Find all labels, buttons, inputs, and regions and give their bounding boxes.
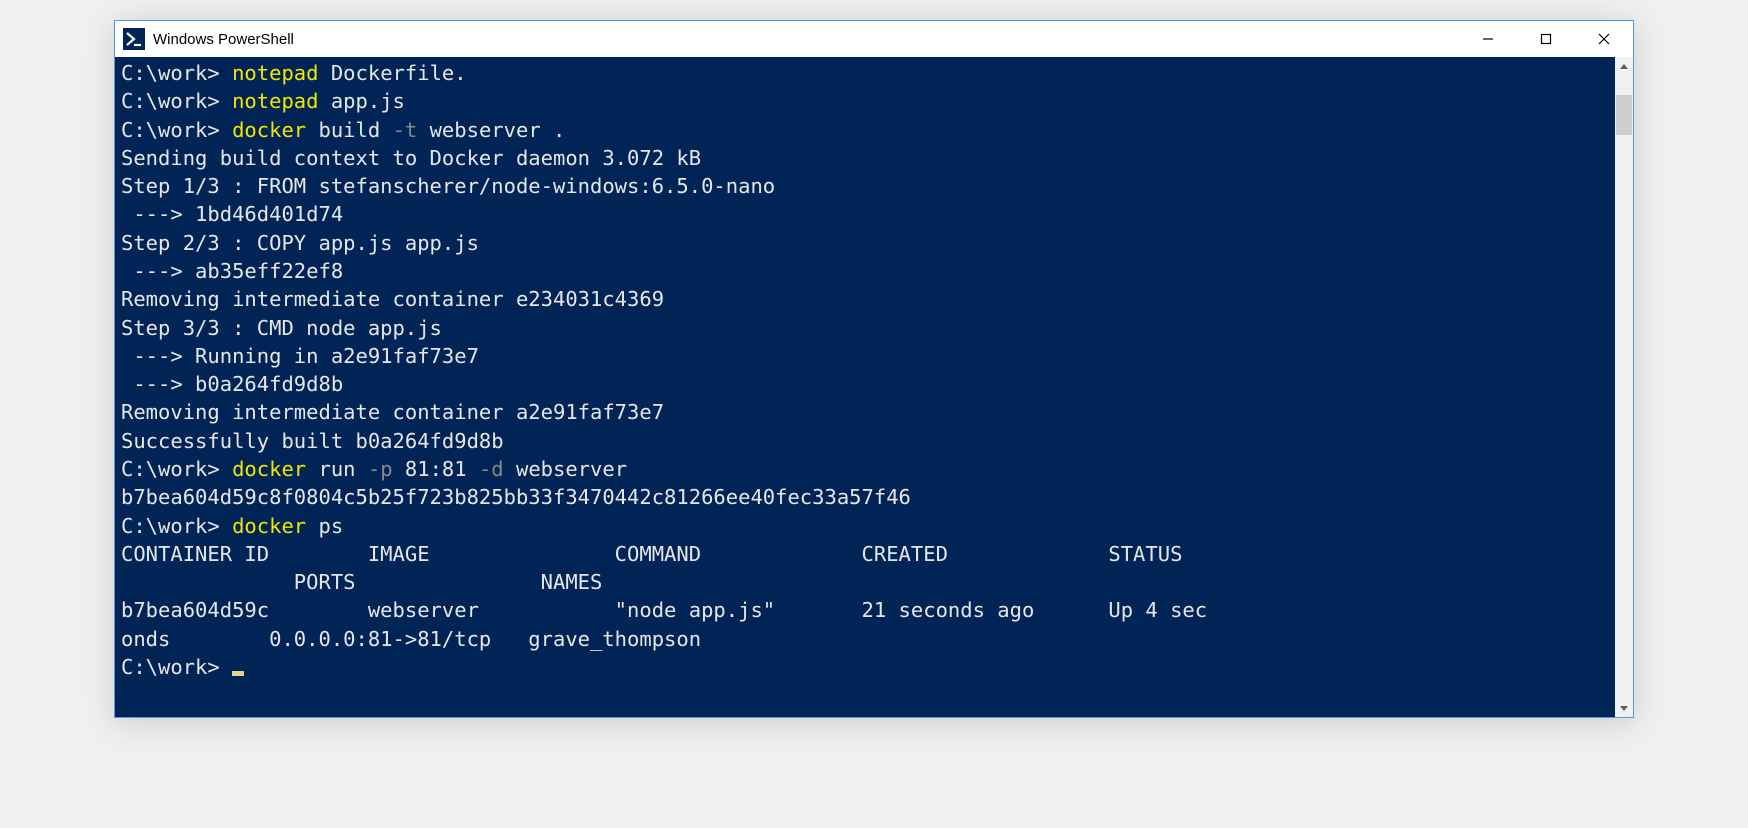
scrollbar-track[interactable]: [1615, 75, 1633, 699]
terminal-line: Sending build context to Docker daemon 3…: [121, 144, 1609, 172]
vertical-scrollbar[interactable]: [1615, 57, 1633, 717]
terminal-line: ---> 1bd46d401d74: [121, 200, 1609, 228]
scrollbar-thumb[interactable]: [1616, 95, 1632, 135]
terminal-line: Successfully built b0a264fd9d8b: [121, 427, 1609, 455]
terminal-line: Step 3/3 : CMD node app.js: [121, 314, 1609, 342]
terminal-line: PORTS NAMES: [121, 568, 1609, 596]
terminal-line: Step 2/3 : COPY app.js app.js: [121, 229, 1609, 257]
close-button[interactable]: [1575, 21, 1633, 57]
terminal-line: b7bea604d59c webserver "node app.js" 21 …: [121, 596, 1609, 624]
terminal-line: ---> b0a264fd9d8b: [121, 370, 1609, 398]
client-area: C:\work> notepad Dockerfile.C:\work> not…: [115, 57, 1633, 717]
terminal-line: b7bea604d59c8f0804c5b25f723b825bb33f3470…: [121, 483, 1609, 511]
terminal-line: Removing intermediate container e234031c…: [121, 285, 1609, 313]
powershell-icon: [123, 28, 145, 50]
titlebar[interactable]: Windows PowerShell: [115, 21, 1633, 57]
terminal-line: Removing intermediate container a2e91faf…: [121, 398, 1609, 426]
minimize-button[interactable]: [1459, 21, 1517, 57]
terminal-line: ---> Running in a2e91faf73e7: [121, 342, 1609, 370]
scroll-down-arrow[interactable]: [1615, 699, 1633, 717]
terminal-line: C:\work> notepad Dockerfile.: [121, 59, 1609, 87]
terminal-line: onds 0.0.0.0:81->81/tcp grave_thompson: [121, 625, 1609, 653]
maximize-button[interactable]: [1517, 21, 1575, 57]
terminal-output[interactable]: C:\work> notepad Dockerfile.C:\work> not…: [115, 57, 1615, 717]
terminal-line: C:\work> docker ps: [121, 512, 1609, 540]
window-controls: [1459, 21, 1633, 57]
scroll-up-arrow[interactable]: [1615, 57, 1633, 75]
window-title: Windows PowerShell: [153, 31, 1459, 48]
cursor: [232, 671, 244, 676]
terminal-line: C:\work> docker run -p 81:81 -d webserve…: [121, 455, 1609, 483]
terminal-line: C:\work>: [121, 653, 1609, 681]
terminal-line: Step 1/3 : FROM stefanscherer/node-windo…: [121, 172, 1609, 200]
terminal-line: CONTAINER ID IMAGE COMMAND CREATED STATU…: [121, 540, 1609, 568]
terminal-line: C:\work> docker build -t webserver .: [121, 116, 1609, 144]
terminal-line: C:\work> notepad app.js: [121, 87, 1609, 115]
terminal-line: ---> ab35eff22ef8: [121, 257, 1609, 285]
powershell-window: Windows PowerShell C:\work> notepad Dock…: [114, 20, 1634, 718]
